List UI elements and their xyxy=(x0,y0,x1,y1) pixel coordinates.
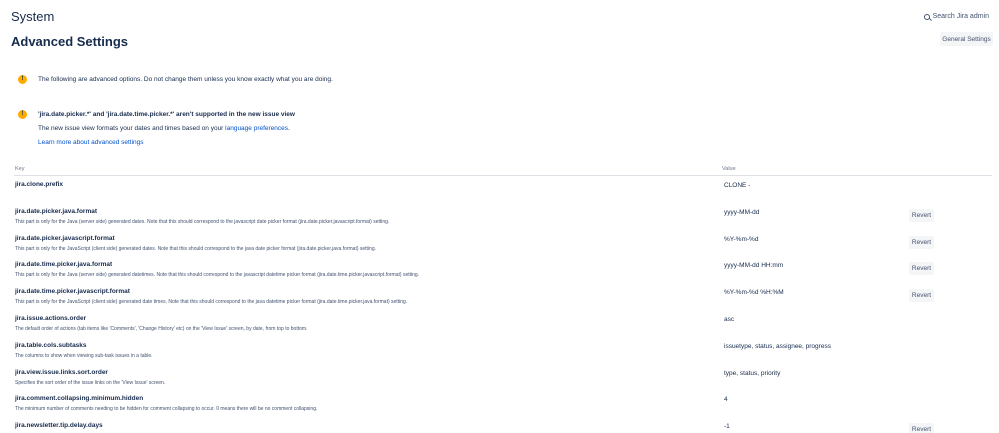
setting-value[interactable]: 4 xyxy=(724,396,728,403)
revert-button[interactable]: Revert xyxy=(909,423,934,433)
setting-description: The minimum number of comments needing t… xyxy=(15,406,318,413)
setting-description: This part is only for the Java (server s… xyxy=(15,218,390,225)
general-settings-button[interactable]: General Settings xyxy=(940,32,993,46)
setting-value[interactable]: type, status, priority xyxy=(724,370,780,377)
revert-button[interactable]: Revert xyxy=(909,262,934,276)
revert-button[interactable]: Revert xyxy=(909,289,934,303)
setting-description: This part is only for the JavaScript (cl… xyxy=(15,299,408,306)
setting-key: jira.date.picker.javascript.format xyxy=(15,234,115,242)
settings-table: Key Value jira.clone.prefix CLONE - jira.d… xyxy=(14,164,992,433)
column-header-key: Key xyxy=(15,166,25,172)
setting-key: jira.comment.collapsing.minimum.hidden xyxy=(15,395,144,403)
language-preferences-link[interactable]: language preferences xyxy=(225,125,288,132)
date-picker-body-suffix: . xyxy=(288,125,290,132)
search-admin-link[interactable]: Search Jira admin xyxy=(923,13,989,20)
setting-key: jira.table.cols.subtasks xyxy=(15,341,87,349)
warning-text: The following are advanced options. Do n… xyxy=(38,76,333,83)
date-picker-notice: 'jira.date.picker.*' and 'jira.date.time… xyxy=(18,110,295,119)
setting-key: jira.date.time.picker.java.format xyxy=(15,261,113,269)
date-picker-body-prefix: The new issue view formats your dates an… xyxy=(38,125,224,132)
setting-value[interactable]: asc xyxy=(724,316,734,323)
setting-key: jira.newsletter.tip.delay.days xyxy=(15,422,103,430)
setting-key: jira.clone.prefix xyxy=(15,181,64,188)
setting-description: This part is only for the Java (server s… xyxy=(15,272,420,279)
table-header: Key Value xyxy=(14,164,992,176)
setting-description: Specifies the sort order of the issue li… xyxy=(15,379,166,386)
setting-description: This part is only for the JavaScript (cl… xyxy=(15,245,377,252)
table-row: jira.table.cols.subtasks The columns to s… xyxy=(14,337,992,364)
setting-value[interactable]: -1 xyxy=(724,423,730,430)
system-title: System xyxy=(11,9,55,24)
revert-button[interactable]: Revert xyxy=(909,235,934,249)
table-row: jira.comment.collapsing.minimum.hidden Th… xyxy=(14,390,992,417)
setting-value[interactable]: CLONE - xyxy=(724,182,750,189)
search-icon xyxy=(923,13,930,20)
setting-value[interactable]: %Y-%m-%d %H:%M xyxy=(724,289,784,296)
setting-value[interactable]: %Y-%m-%d xyxy=(724,236,758,243)
table-row: jira.newsletter.tip.delay.daysThe number… xyxy=(14,417,992,433)
learn-more-link[interactable]: Learn more about advanced settings xyxy=(38,139,144,146)
setting-value[interactable]: yyyy-MM-dd HH:mm xyxy=(724,262,783,269)
setting-key: jira.date.picker.java.format xyxy=(15,207,98,215)
table-row: jira.clone.prefix CLONE - xyxy=(14,176,992,203)
setting-description: The columns to show when viewing sub-tas… xyxy=(15,352,153,359)
warning-icon xyxy=(18,110,27,119)
table-row: jira.date.time.picker.java.format This pa… xyxy=(14,256,992,283)
setting-value[interactable]: yyyy-MM-dd xyxy=(724,209,759,216)
setting-value[interactable]: issuetype, status, assignee, progress xyxy=(724,343,831,350)
date-picker-notice-body: The new issue view formats your dates an… xyxy=(38,125,290,132)
table-row: jira.issue.actions.order The default orde… xyxy=(14,310,992,337)
page-title: Advanced Settings xyxy=(11,34,129,49)
advanced-warning-notice: The following are advanced options. Do n… xyxy=(18,75,333,84)
top-bar: System Search Jira admin xyxy=(0,0,999,30)
setting-key: jira.date.time.picker.javascript.format xyxy=(15,288,130,296)
table-row: jira.view.issue.links.sort.order Specifie… xyxy=(14,364,992,391)
table-body: jira.clone.prefix CLONE - jira.date.picker… xyxy=(14,176,992,433)
column-header-value: Value xyxy=(722,166,736,172)
setting-description: The default order of actions (tab items … xyxy=(15,325,308,332)
setting-key: jira.issue.actions.order xyxy=(15,314,87,322)
search-admin-label: Search Jira admin xyxy=(932,13,989,20)
revert-button[interactable]: Revert xyxy=(909,208,934,222)
warning-icon xyxy=(18,75,27,84)
date-picker-notice-title: 'jira.date.picker.*' and 'jira.date.time… xyxy=(38,111,295,118)
setting-key: jira.view.issue.links.sort.order xyxy=(15,368,108,376)
table-row: jira.date.time.picker.javascript.format T… xyxy=(14,283,992,310)
table-row: jira.date.picker.javascript.format This p… xyxy=(14,230,992,257)
table-row: jira.date.picker.java.format This part is… xyxy=(14,203,992,230)
